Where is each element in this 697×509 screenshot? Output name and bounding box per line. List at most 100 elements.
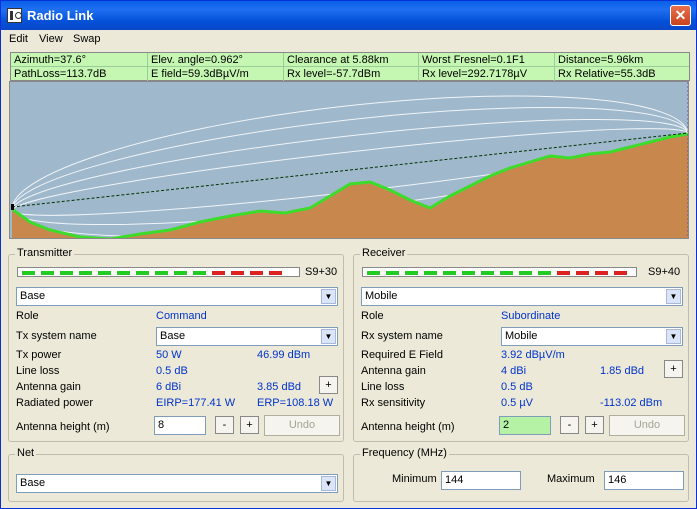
tx-system-value: Base xyxy=(160,330,186,342)
rx-gain-dbi: 4 dBi xyxy=(501,365,527,377)
tx-lineloss-label: Line loss xyxy=(16,365,60,377)
net-value: Base xyxy=(20,477,46,489)
rx-efield-value: 3.92 dBµV/m xyxy=(501,349,565,361)
tx-signal-segment xyxy=(22,271,35,275)
frequency-min-input[interactable]: 144 xyxy=(441,471,521,490)
rx-signal-meter xyxy=(362,267,637,277)
info-path-loss: PathLoss=113.7dB xyxy=(11,67,148,81)
frequency-max-input[interactable]: 146 xyxy=(604,471,684,490)
terrain-profile[interactable] xyxy=(9,81,689,239)
rx-unit-value: Mobile xyxy=(365,290,398,302)
rx-signal-segment xyxy=(386,271,399,275)
transmitter-title: Transmitter xyxy=(15,247,75,259)
terrain-fill xyxy=(12,134,688,238)
tx-signal-segment xyxy=(136,271,149,275)
rx-height-plus-button[interactable]: + xyxy=(585,416,604,434)
rx-sens-dbm: -113.02 dBm xyxy=(600,397,663,409)
tx-signal-segment xyxy=(117,271,130,275)
rx-signal-segment xyxy=(462,271,475,275)
radio-link-window: Radio Link ✕ Edit View Swap Azimuth=37.6… xyxy=(0,0,697,509)
rx-height-minus-button[interactable]: - xyxy=(560,416,579,434)
rx-height-input[interactable]: 2 xyxy=(499,416,551,435)
info-distance: Distance=5.96km xyxy=(555,53,689,67)
tx-role-label: Role xyxy=(16,310,39,322)
frequency-max-label: Maximum xyxy=(547,473,595,485)
tx-role-value: Command xyxy=(156,310,207,322)
tx-erp: ERP=108.18 W xyxy=(257,397,334,409)
tx-signal-segment xyxy=(250,271,263,275)
rx-lineloss-value: 0.5 dB xyxy=(501,381,533,393)
info-azimuth: Azimuth=37.6° xyxy=(11,53,148,67)
rx-system-select[interactable]: Mobile ▼ xyxy=(501,327,683,346)
tx-lineloss-value: 0.5 dB xyxy=(156,365,188,377)
info-elevation-angle: Elev. angle=0.962° xyxy=(148,53,284,67)
rx-sens-uv: 0.5 µV xyxy=(501,397,534,409)
tx-signal-segment xyxy=(98,271,111,275)
rx-signal-segment xyxy=(443,271,456,275)
rx-role-label: Role xyxy=(361,310,384,322)
tx-system-label: Tx system name xyxy=(16,330,97,342)
info-rx-level-dbm: Rx level=-57.7dBm xyxy=(284,67,419,81)
tx-antenna-marker xyxy=(11,204,14,210)
menu-bar: Edit View Swap xyxy=(1,30,696,49)
rx-gain-dbd: 1.85 dBd xyxy=(600,365,645,377)
rx-signal-segment xyxy=(424,271,437,275)
chevron-down-icon[interactable]: ▼ xyxy=(321,329,336,344)
info-rx-relative: Rx Relative=55.3dB xyxy=(558,68,656,80)
tx-height-input[interactable]: 8 xyxy=(154,416,206,435)
rx-gain-label: Antenna gain xyxy=(361,365,426,377)
rx-system-value: Mobile xyxy=(505,330,538,342)
tx-system-select[interactable]: Base ▼ xyxy=(156,327,338,346)
tx-signal-segment xyxy=(41,271,54,275)
tx-signal-segment xyxy=(60,271,73,275)
tx-unit-value: Base xyxy=(20,290,46,302)
tx-power-w: 50 W xyxy=(156,349,182,361)
net-select[interactable]: Base ▼ xyxy=(16,474,338,493)
tx-signal-segment xyxy=(231,271,244,275)
rx-system-label: Rx system name xyxy=(361,330,443,342)
rx-undo-button[interactable]: Undo xyxy=(609,415,685,436)
rx-signal-segment xyxy=(576,271,589,275)
rx-signal-text: S9+40 xyxy=(648,266,681,278)
tx-signal-segment xyxy=(155,271,168,275)
net-title: Net xyxy=(15,447,37,459)
chevron-down-icon[interactable]: ▼ xyxy=(666,289,681,304)
tx-signal-segment xyxy=(212,271,225,275)
menu-swap[interactable]: Swap xyxy=(73,33,101,45)
rx-gain-plus-button[interactable]: + xyxy=(664,360,683,378)
tx-signal-segment xyxy=(193,271,206,275)
menu-view[interactable]: View xyxy=(39,33,63,45)
tx-height-label: Antenna height (m) xyxy=(16,421,110,433)
tx-eirp: EIRP=177.41 W xyxy=(156,397,236,409)
rx-signal-segment xyxy=(519,271,532,275)
tx-gain-dbi: 6 dBi xyxy=(156,381,182,393)
title-bar[interactable]: Radio Link ✕ xyxy=(1,1,696,30)
tx-signal-segment xyxy=(269,271,282,275)
close-button[interactable]: ✕ xyxy=(670,5,691,26)
frequency-panel: Frequency (MHz) Minimum 144 Maximum 146 xyxy=(353,447,689,502)
tx-gain-plus-button[interactable]: + xyxy=(319,376,338,394)
rx-signal-segment xyxy=(614,271,627,275)
rx-unit-select[interactable]: Mobile ▼ xyxy=(361,287,683,306)
rx-sens-label: Rx sensitivity xyxy=(361,397,426,409)
rx-height-label: Antenna height (m) xyxy=(361,421,455,433)
tx-signal-segment xyxy=(79,271,92,275)
tx-signal-segment xyxy=(174,271,187,275)
tx-unit-select[interactable]: Base ▼ xyxy=(16,287,338,306)
tx-undo-button[interactable]: Undo xyxy=(264,415,340,436)
tx-height-minus-button[interactable]: - xyxy=(215,416,234,434)
rx-signal-segment xyxy=(500,271,513,275)
chevron-down-icon[interactable]: ▼ xyxy=(321,476,336,491)
rx-signal-segment xyxy=(557,271,570,275)
tx-signal-meter xyxy=(17,267,300,277)
chevron-down-icon[interactable]: ▼ xyxy=(321,289,336,304)
rx-signal-segment xyxy=(481,271,494,275)
receiver-title: Receiver xyxy=(360,247,408,259)
menu-edit[interactable]: Edit xyxy=(9,33,28,45)
frequency-min-label: Minimum xyxy=(392,473,437,485)
chevron-down-icon[interactable]: ▼ xyxy=(666,329,681,344)
net-panel: Net Base ▼ xyxy=(8,447,344,502)
tx-height-plus-button[interactable]: + xyxy=(240,416,259,434)
rx-signal-segment xyxy=(367,271,380,275)
transmitter-panel: Transmitter S9+30 Base ▼ Role Command Tx… xyxy=(8,247,344,442)
